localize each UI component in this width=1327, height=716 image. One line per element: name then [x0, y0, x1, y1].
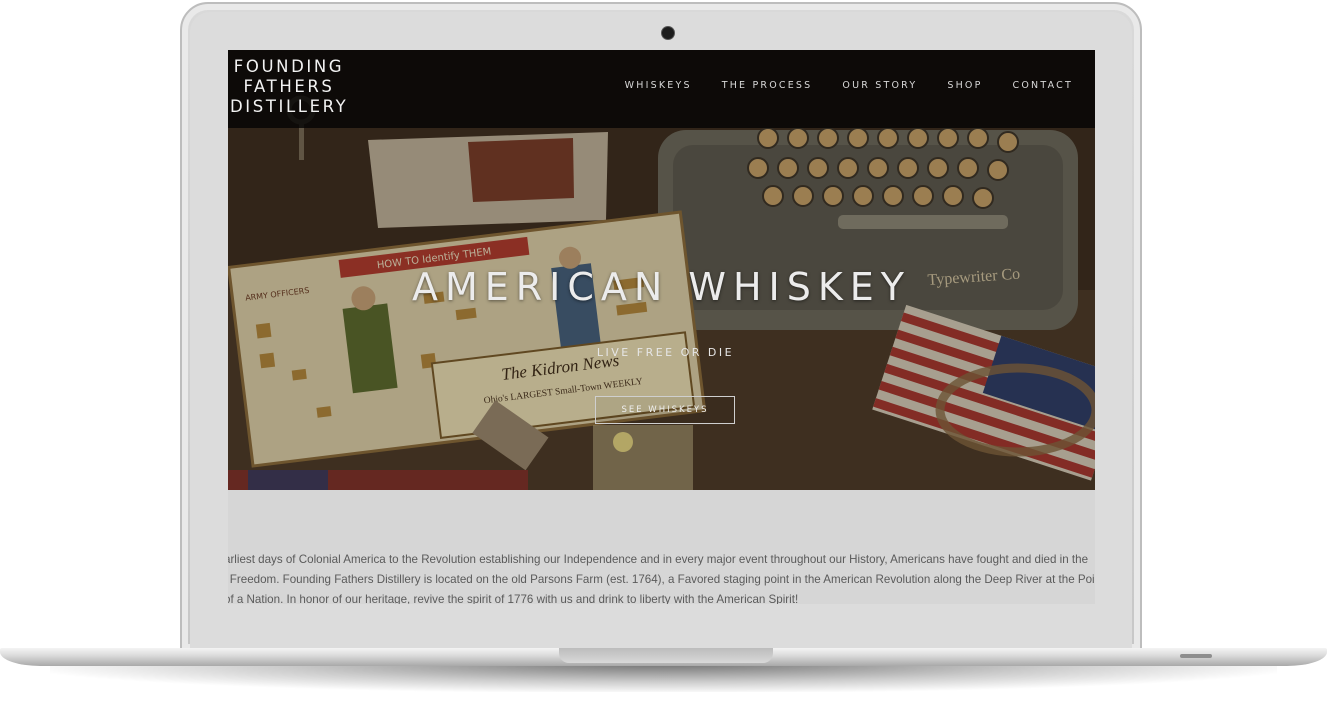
hero-subtitle: LIVE FREE OR DIE [596, 346, 735, 359]
story-section: arliest days of Colonial America to the … [228, 550, 1095, 604]
nav-our-story[interactable]: OUR STORY [842, 80, 917, 91]
site-logo[interactable]: FOUNDING FATHERS DISTILLERY [230, 57, 348, 117]
nav-contact[interactable]: CONTACT [1013, 80, 1073, 91]
status-light-icon [1180, 654, 1212, 658]
nav-shop[interactable]: SHOP [947, 80, 982, 91]
laptop-shadow [50, 664, 1277, 692]
laptop-opening-notch [559, 648, 773, 663]
main-nav: WHISKEYS THE PROCESS OUR STORY SHOP CONT… [595, 80, 1073, 91]
webcam-icon [661, 26, 675, 40]
nav-the-process[interactable]: THE PROCESS [722, 80, 813, 91]
story-line-3: of a Nation. In honor of our heritage, r… [228, 593, 799, 604]
story-line-1: arliest days of Colonial America to the … [228, 553, 1089, 566]
logo-line-1: FOUNDING [233, 57, 345, 76]
nav-whiskeys[interactable]: WHISKEYS [625, 80, 692, 91]
logo-line-3: DISTILLERY [230, 97, 349, 116]
hero-title: AMERICAN WHISKEY [411, 265, 912, 309]
site-header: FOUNDING FATHERS DISTILLERY WHISKEYS THE… [228, 50, 1095, 128]
see-whiskeys-button[interactable]: SEE WHISKEYS [595, 396, 735, 424]
logo-line-2: FATHERS [243, 77, 335, 96]
laptop-screen: Typewriter Co HOW TO Identify THEM ARMY … [228, 50, 1095, 604]
story-line-2: l Freedom. Founding Fathers Distillery i… [228, 573, 1095, 586]
